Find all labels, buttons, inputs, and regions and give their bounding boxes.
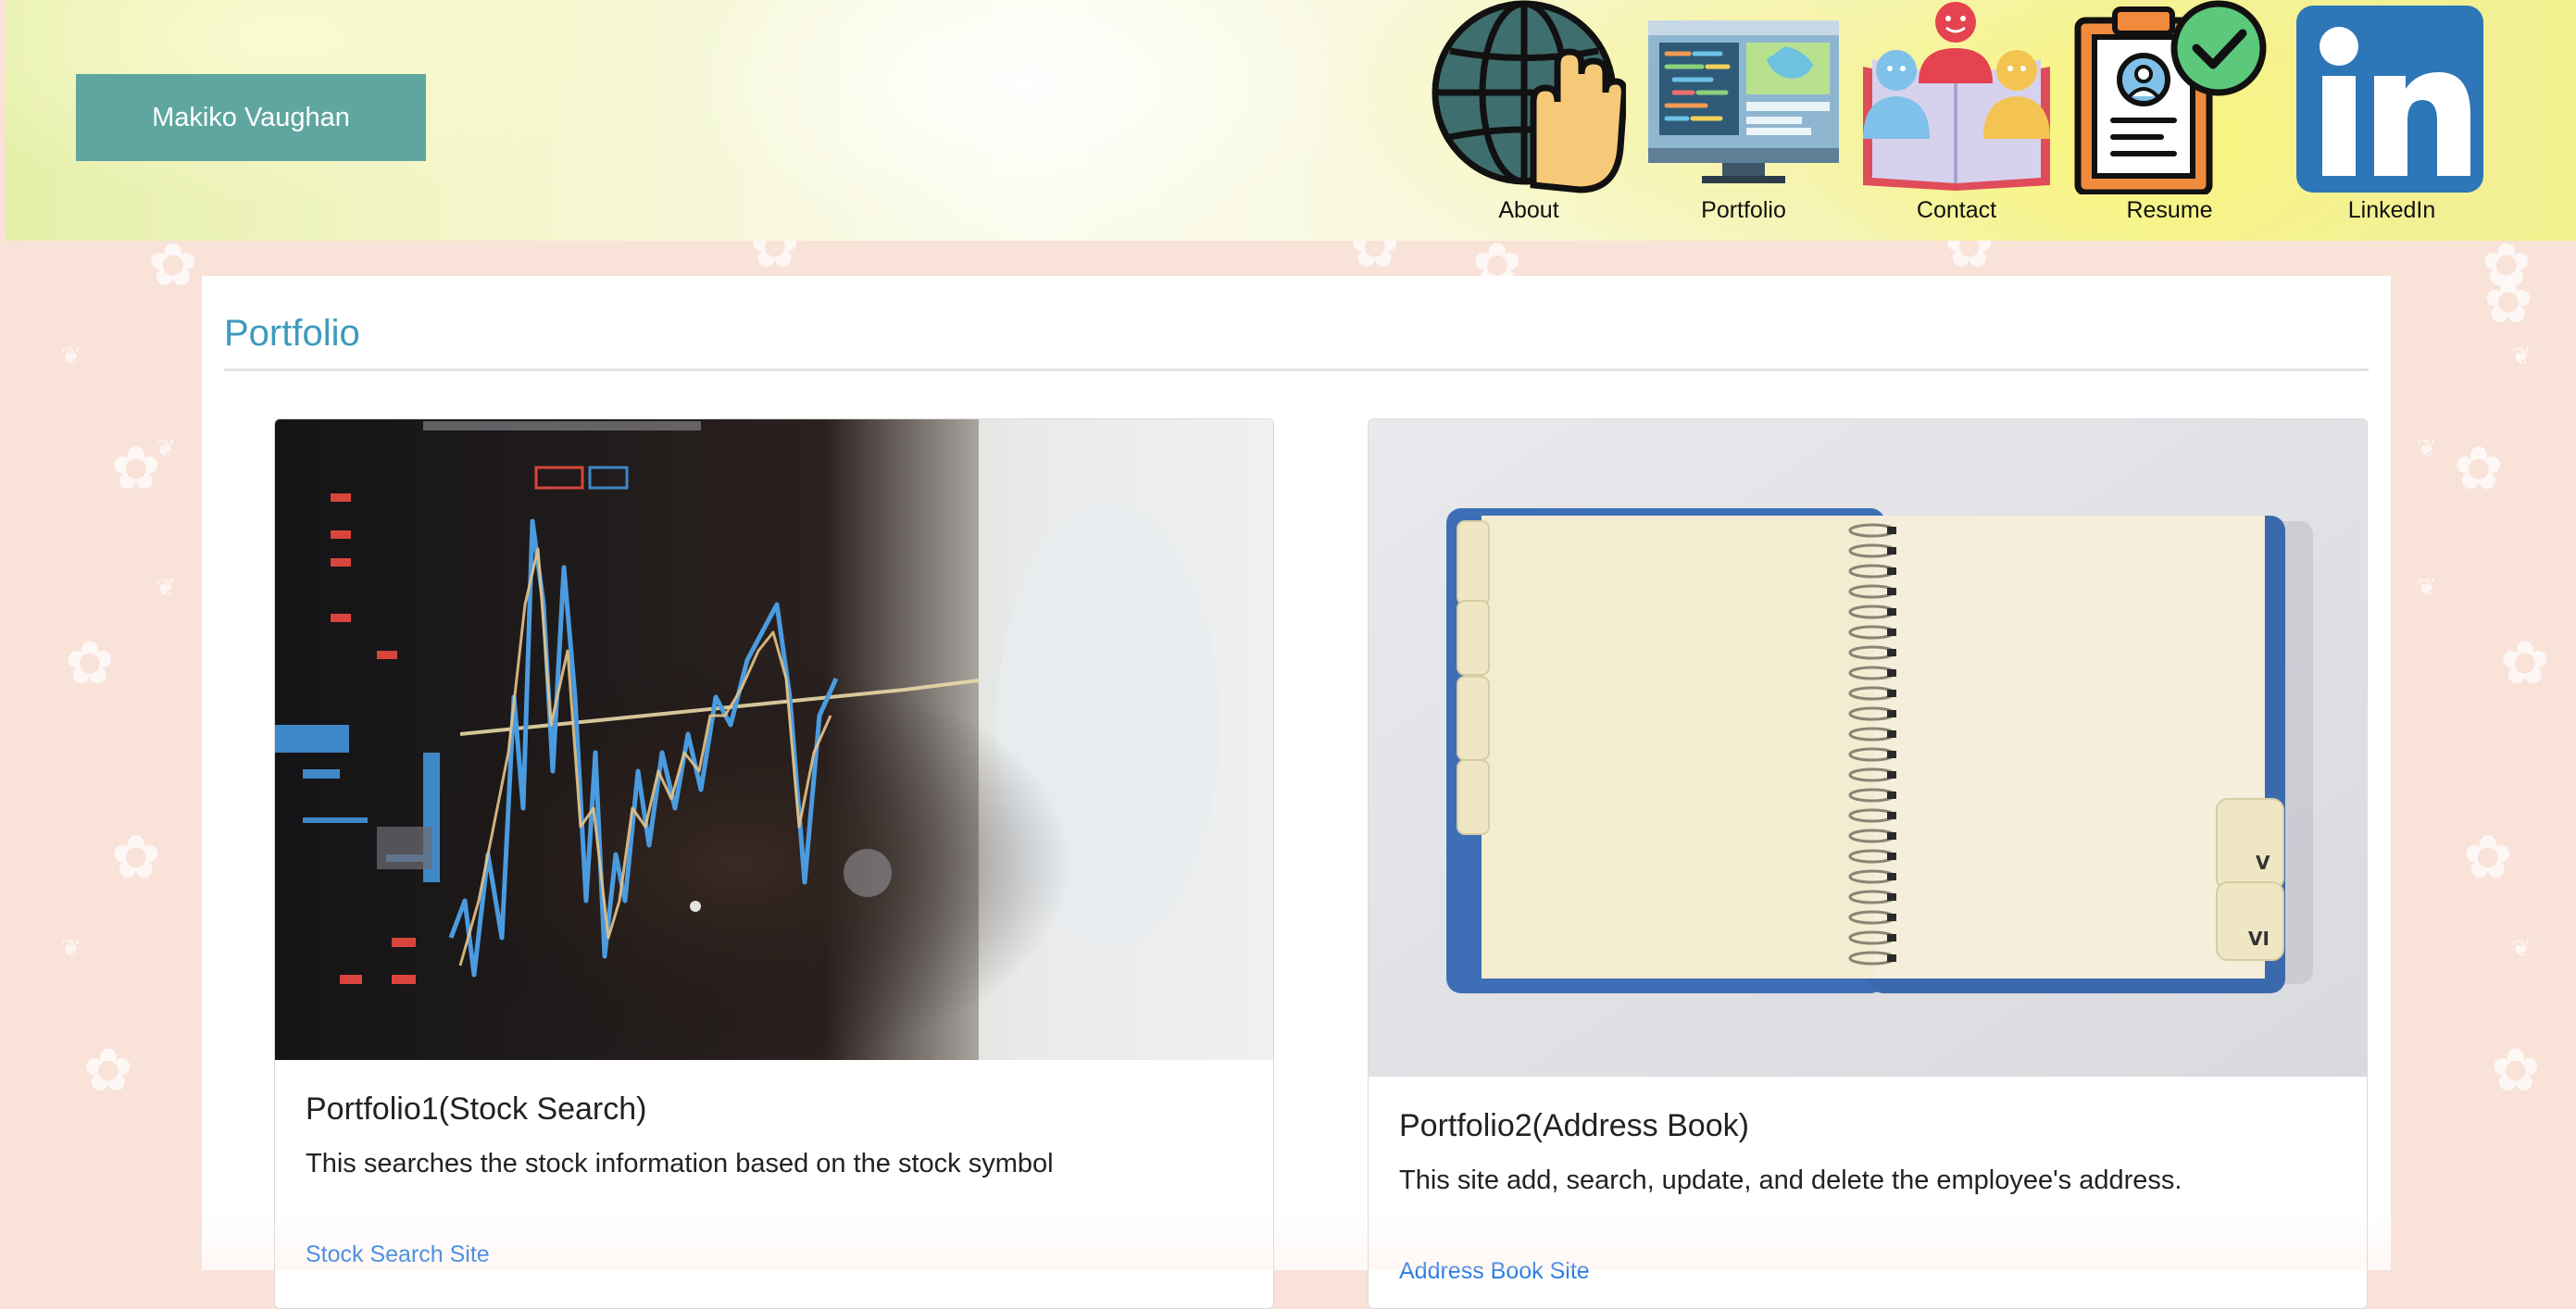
people-book-icon [1863, 2, 2050, 191]
stock-search-link[interactable]: Stock Search Site [306, 1241, 490, 1268]
card-description: This site add, search, update, and delet… [1399, 1166, 2182, 1195]
nav-label-contact: Contact [1916, 197, 1997, 223]
nav-label-portfolio: Portfolio [1701, 197, 1786, 223]
brand-button[interactable]: Makiko Vaughan [76, 74, 426, 161]
sakura-flower: ✿ [2491, 1037, 2541, 1105]
sakura-petal: ❦ [2511, 935, 2532, 963]
address-book-link[interactable]: Address Book Site [1399, 1258, 1590, 1285]
divider [224, 368, 2369, 371]
notebook-tab-label: V [2256, 852, 2270, 874]
sakura-petal: ❦ [61, 343, 81, 370]
card-title: Portfolio1(Stock Search) [306, 1091, 647, 1127]
sakura-flower: ✿ [2454, 435, 2504, 504]
nav-contact[interactable]: Contact [1859, 0, 2054, 231]
sakura-flower: ✿ [2483, 268, 2533, 337]
nav-linkedin[interactable]: LinkedIn [2295, 0, 2489, 231]
sakura-flower: ✿ [111, 824, 161, 892]
monitor-code-icon [1648, 20, 1839, 183]
globe-hand-icon [1432, 0, 1626, 193]
sakura-petal: ❦ [156, 574, 176, 602]
sakura-flower: ✿ [83, 1037, 133, 1105]
sakura-petal: ❦ [156, 435, 176, 463]
linkedin-icon [2296, 6, 2483, 193]
site-header: Makiko Vaughan About Portfolio Contact R… [6, 0, 2576, 241]
sakura-petal: ❦ [2511, 343, 2532, 370]
sakura-flower: ✿ [65, 630, 115, 698]
nav-resume[interactable]: Resume [2072, 0, 2267, 231]
portfolio-card-stock: Portfolio1(Stock Search) This searches t… [274, 418, 1274, 1309]
nav-label-linkedin: LinkedIn [2347, 197, 2436, 223]
sakura-petal: ❦ [61, 935, 81, 963]
nav-about[interactable]: About [1432, 0, 1626, 231]
card-description: This searches the stock information base… [306, 1149, 1054, 1178]
sakura-petal: ❦ [2417, 435, 2437, 463]
stock-chart-photo [275, 419, 1273, 1060]
notebook-photo: V VI [1369, 419, 2367, 1077]
card-title: Portfolio2(Address Book) [1399, 1108, 1749, 1143]
portfolio-panel: Portfolio Portfolio1(Stock Search) This … [202, 276, 2391, 1309]
sakura-flower: ✿ [2463, 824, 2513, 892]
clipboard-check-icon [2074, 0, 2267, 194]
nav-portfolio[interactable]: Portfolio [1646, 0, 1841, 231]
notebook-tab-label: VI [2248, 928, 2270, 950]
portfolio-card-address-book: V VI Portfolio2(Address Book) This site … [1368, 418, 2368, 1309]
sakura-flower: ✿ [148, 231, 198, 300]
sakura-flower: ✿ [2500, 630, 2550, 698]
sakura-petal: ❦ [2417, 574, 2437, 602]
nav-label-about: About [1498, 197, 1559, 223]
nav-label-resume: Resume [2126, 197, 2213, 223]
sakura-flower: ✿ [111, 435, 161, 504]
section-title: Portfolio [224, 313, 360, 354]
